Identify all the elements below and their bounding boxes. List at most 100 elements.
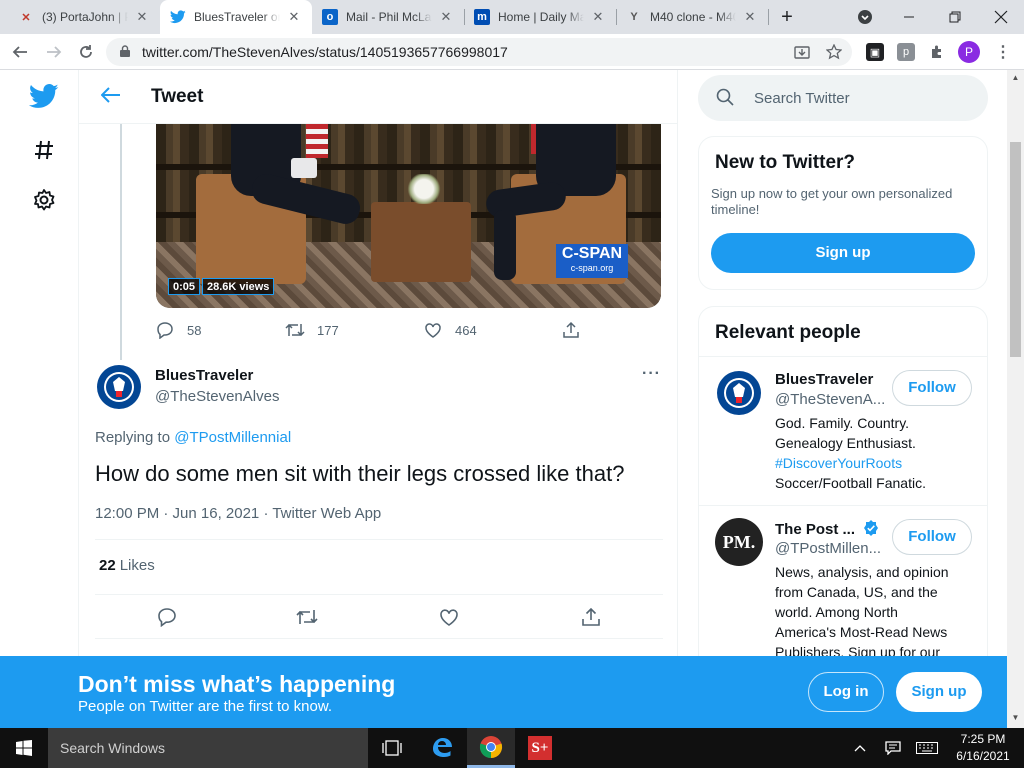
extension-p-icon[interactable]: p bbox=[897, 43, 915, 61]
scroll-up-arrow-icon[interactable]: ▲ bbox=[1007, 70, 1024, 86]
avatar[interactable] bbox=[95, 363, 143, 411]
tab-search-icon[interactable] bbox=[842, 0, 888, 34]
tweet-author-name[interactable]: BluesTraveler bbox=[155, 367, 253, 384]
app-s-plus-icon[interactable]: S+ bbox=[516, 728, 564, 768]
tweet-timestamp[interactable]: 12:00 PM · Jun 16, 2021 · Twitter Web Ap… bbox=[95, 505, 381, 522]
avatar[interactable]: PM. bbox=[715, 518, 763, 566]
minimize-button[interactable] bbox=[886, 0, 932, 34]
share-icon bbox=[561, 320, 581, 340]
follow-button[interactable]: Follow bbox=[892, 519, 972, 555]
settings-icon[interactable] bbox=[28, 184, 60, 216]
likes-count: 22 bbox=[99, 557, 116, 574]
close-tab-icon[interactable]: ✕ bbox=[742, 9, 758, 25]
video-player[interactable]: C-SPAN c-span.org 0:05 28.6K views bbox=[156, 124, 661, 308]
browser-menu-icon[interactable]: ⋮ bbox=[994, 43, 1012, 61]
new-tab-button[interactable]: + bbox=[764, 0, 810, 34]
close-tab-icon[interactable]: ✕ bbox=[438, 9, 454, 25]
likes-label: Likes bbox=[119, 557, 155, 574]
heart-icon bbox=[423, 320, 443, 340]
search-icon bbox=[716, 88, 736, 108]
search-input[interactable]: Search Twitter bbox=[754, 90, 850, 107]
chrome-icon[interactable] bbox=[467, 728, 515, 768]
page-title: Tweet bbox=[151, 86, 204, 107]
new-to-twitter-title: New to Twitter? bbox=[715, 152, 856, 173]
person-handle[interactable]: @TheStevenA... bbox=[775, 391, 885, 408]
close-tab-icon[interactable]: ✕ bbox=[134, 9, 150, 25]
replying-to-link[interactable]: @TPostMillennial bbox=[174, 429, 291, 446]
taskbar-search[interactable]: Search Windows bbox=[48, 728, 368, 768]
heart-icon[interactable] bbox=[437, 605, 461, 629]
like-action[interactable]: 464 bbox=[423, 320, 477, 340]
browser-tab-portajohn[interactable]: ✕ (3) PortaJohn | PortaJohn ✕ bbox=[8, 0, 160, 34]
taskbar-clock[interactable]: 7:25 PM 6/16/2021 bbox=[950, 731, 1016, 765]
new-to-twitter-description: Sign up now to get your own personalized… bbox=[711, 186, 953, 217]
reply-action[interactable]: 58 bbox=[155, 320, 201, 340]
install-app-icon[interactable] bbox=[790, 40, 814, 64]
edge-browser-icon[interactable] bbox=[418, 728, 466, 768]
close-window-button[interactable] bbox=[978, 0, 1024, 34]
restore-button[interactable] bbox=[932, 0, 978, 34]
browser-tab-mail[interactable]: o Mail - Phil McLaughlin ✕ bbox=[312, 0, 464, 34]
bio-line: God. Family. Country. bbox=[775, 415, 910, 431]
scrollbar-thumb[interactable] bbox=[1010, 142, 1021, 357]
sign-up-button[interactable]: Sign up bbox=[711, 233, 975, 273]
windows-start-icon[interactable] bbox=[0, 728, 48, 768]
share-icon[interactable] bbox=[579, 605, 603, 629]
forward-arrow-icon[interactable] bbox=[42, 40, 66, 64]
avatar[interactable] bbox=[715, 369, 763, 417]
reply-icon[interactable] bbox=[155, 605, 179, 629]
share-action[interactable] bbox=[561, 320, 593, 340]
notifications-chat-icon[interactable] bbox=[880, 728, 906, 768]
extension-screen-icon[interactable]: ▣ bbox=[866, 43, 884, 61]
person-handle[interactable]: @TPostMillen... bbox=[775, 540, 881, 557]
divider bbox=[95, 638, 663, 639]
bookmark-star-icon[interactable] bbox=[822, 40, 846, 64]
follow-button[interactable]: Follow bbox=[892, 370, 972, 406]
tab-title: (3) PortaJohn | PortaJohn bbox=[42, 10, 128, 24]
browser-tab-twitter[interactable]: BluesTraveler on Twitter ✕ bbox=[160, 0, 312, 34]
scroll-down-arrow-icon[interactable]: ▼ bbox=[1007, 710, 1024, 726]
banner-subtitle: People on Twitter are the first to know. bbox=[78, 698, 333, 715]
log-in-button[interactable]: Log in bbox=[808, 672, 884, 712]
m40-icon: Y bbox=[630, 11, 638, 23]
lock-icon[interactable] bbox=[120, 44, 134, 60]
bio-hashtag-link[interactable]: #DiscoverYourRoots bbox=[775, 453, 971, 473]
keyboard-icon[interactable] bbox=[912, 728, 942, 768]
browser-tab-m40[interactable]: Y M40 clone - M40 ✕ bbox=[616, 0, 768, 34]
profile-avatar[interactable]: P bbox=[958, 41, 980, 63]
twitter-logo-icon[interactable] bbox=[28, 80, 60, 112]
us-flag bbox=[306, 124, 328, 158]
address-bar[interactable]: twitter.com/TheStevenAlves/status/140519… bbox=[106, 38, 852, 66]
reload-icon[interactable] bbox=[74, 40, 98, 64]
retweet-action[interactable]: 177 bbox=[285, 320, 339, 340]
reply-count: 58 bbox=[187, 322, 202, 338]
close-tab-icon[interactable]: ✕ bbox=[286, 9, 302, 25]
likes-summary[interactable]: 22 Likes bbox=[99, 557, 155, 574]
search-box[interactable]: Search Twitter bbox=[698, 75, 988, 121]
page-scrollbar[interactable]: ▲ ▼ bbox=[1007, 70, 1024, 728]
hashtag-icon[interactable] bbox=[28, 134, 60, 166]
papers bbox=[291, 158, 317, 178]
tweet-author-handle[interactable]: @TheStevenAlves bbox=[155, 388, 279, 405]
person-name[interactable]: BluesTraveler bbox=[775, 371, 873, 388]
back-arrow-icon[interactable] bbox=[8, 40, 32, 64]
task-view-icon[interactable] bbox=[368, 728, 416, 768]
tray-chevron-up-icon[interactable] bbox=[848, 728, 872, 768]
retweet-icon[interactable] bbox=[295, 605, 319, 629]
person-bio: News, analysis, and opinion from Canada,… bbox=[775, 562, 971, 662]
retweet-icon bbox=[285, 320, 305, 340]
extensions-puzzle-icon[interactable] bbox=[928, 43, 946, 61]
coffee-table bbox=[371, 202, 471, 282]
like-count: 464 bbox=[455, 322, 477, 338]
flowers bbox=[406, 174, 442, 204]
more-options-icon[interactable]: ··· bbox=[642, 365, 661, 383]
retweet-count: 177 bbox=[317, 322, 339, 338]
back-arrow-icon[interactable] bbox=[99, 85, 123, 109]
person-right-shin bbox=[494, 210, 516, 280]
close-tab-icon[interactable]: ✕ bbox=[590, 9, 606, 25]
tab-title: M40 clone - M40 bbox=[650, 10, 736, 24]
bio-line: from Canada, US, and the bbox=[775, 584, 938, 600]
sign-up-button[interactable]: Sign up bbox=[896, 672, 982, 712]
person-name[interactable]: The Post ... bbox=[775, 520, 879, 538]
browser-tab-dailymail[interactable]: m Home | Daily Mail Online ✕ bbox=[464, 0, 616, 34]
